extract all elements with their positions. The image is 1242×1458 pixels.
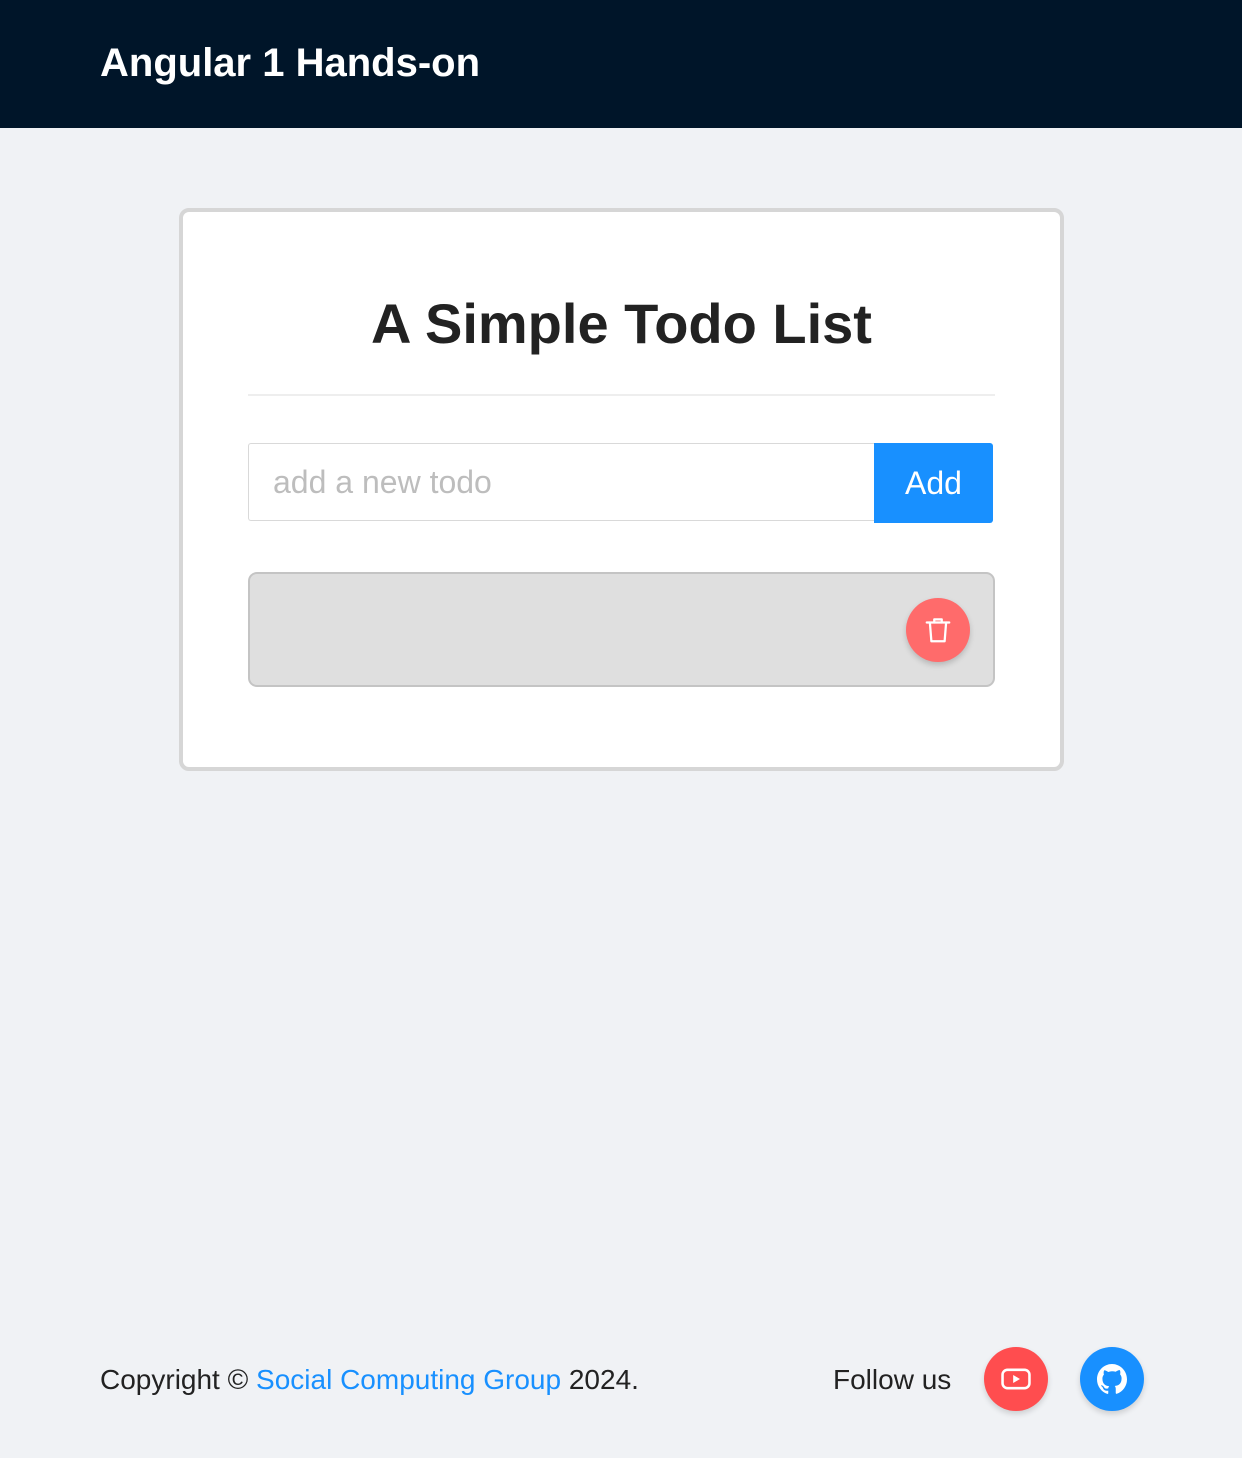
- app-title: Angular 1 Hands-on: [100, 41, 481, 85]
- app-header: Angular 1 Hands-on: [0, 0, 1242, 128]
- page-title: A Simple Todo List: [371, 292, 872, 355]
- copyright-text: Copyright © Social Computing Group 2024.: [100, 1362, 639, 1398]
- copyright-prefix: Copyright ©: [100, 1364, 257, 1395]
- new-todo-input[interactable]: [248, 443, 874, 521]
- github-icon: [1097, 1364, 1127, 1394]
- add-todo-button[interactable]: Add: [874, 443, 993, 523]
- trash-icon: [925, 618, 951, 643]
- delete-todo-button[interactable]: [906, 598, 970, 662]
- youtube-icon: [1001, 1368, 1031, 1390]
- youtube-button[interactable]: [984, 1347, 1048, 1411]
- follow-us-label: Follow us: [833, 1364, 952, 1395]
- todo-card: A Simple Todo List Add: [179, 208, 1064, 771]
- title-divider: [248, 394, 995, 396]
- copyright-suffix: 2024.: [561, 1364, 639, 1395]
- company-link[interactable]: Social Computing Group: [256, 1364, 561, 1395]
- todo-list-item: [248, 572, 995, 687]
- github-button[interactable]: [1080, 1347, 1144, 1411]
